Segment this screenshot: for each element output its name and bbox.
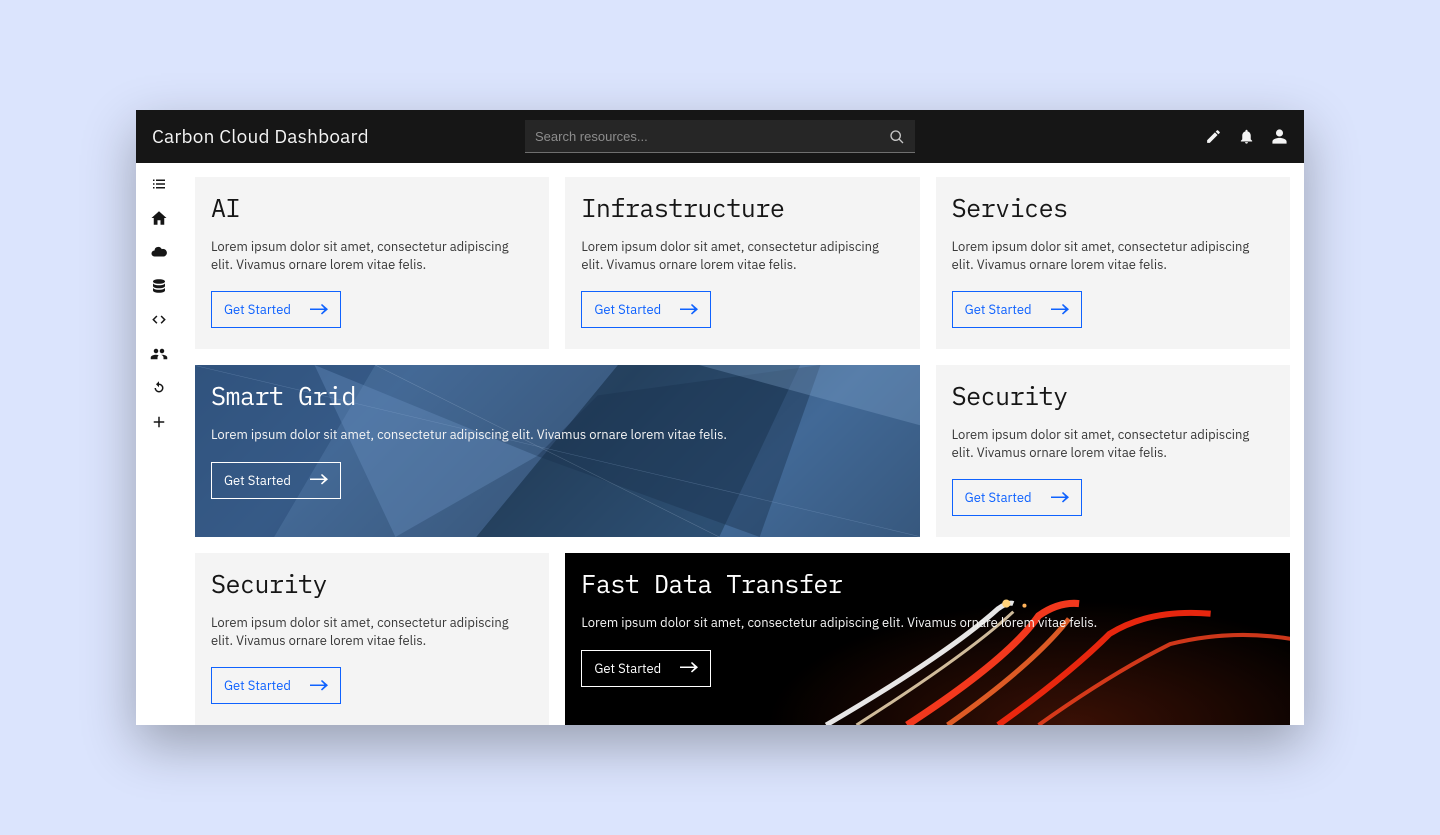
- card-smart-grid: Smart Grid Lorem ipsum dolor sit amet, c…: [195, 365, 920, 537]
- card-infrastructure: Infrastructure Lorem ipsum dolor sit ame…: [565, 177, 919, 349]
- user-icon[interactable]: [1271, 128, 1288, 145]
- edit-icon[interactable]: [1205, 128, 1222, 145]
- arrow-right-icon: [310, 680, 328, 692]
- app-body: AI Lorem ipsum dolor sit amet, consectet…: [136, 163, 1304, 725]
- dashboard-grid: AI Lorem ipsum dolor sit amet, consectet…: [181, 163, 1304, 725]
- cloud-icon: [150, 243, 168, 261]
- card-fast-data-transfer: Fast Data Transfer Lorem ipsum dolor sit…: [565, 553, 1290, 725]
- button-label: Get Started: [224, 677, 291, 694]
- arrow-right-icon: [310, 304, 328, 316]
- card-desc: Lorem ipsum dolor sit amet, consectetur …: [581, 238, 903, 273]
- get-started-button[interactable]: Get Started: [581, 650, 711, 687]
- app-title: Carbon Cloud Dashboard: [152, 125, 369, 149]
- card-ai: AI Lorem ipsum dolor sit amet, consectet…: [195, 177, 549, 349]
- arrow-right-icon: [680, 304, 698, 316]
- button-label: Get Started: [594, 301, 661, 318]
- home-icon: [150, 209, 168, 227]
- button-label: Get Started: [594, 660, 661, 677]
- button-label: Get Started: [965, 301, 1032, 318]
- card-desc: Lorem ipsum dolor sit amet, consectetur …: [211, 426, 904, 444]
- sidebar-item-list[interactable]: [150, 175, 168, 193]
- arrow-right-icon: [680, 662, 698, 674]
- button-label: Get Started: [224, 301, 291, 318]
- get-started-button[interactable]: Get Started: [211, 667, 341, 704]
- search-input[interactable]: [525, 120, 915, 153]
- arrow-right-icon: [310, 474, 328, 486]
- button-label: Get Started: [224, 472, 291, 489]
- card-title: Smart Grid: [211, 379, 904, 412]
- search-icon[interactable]: [889, 129, 905, 145]
- arrow-right-icon: [1051, 492, 1069, 504]
- users-icon: [150, 345, 168, 363]
- bell-icon[interactable]: [1238, 128, 1255, 145]
- card-title: Infrastructure: [581, 191, 903, 224]
- refresh-icon: [150, 379, 168, 397]
- add-icon: [150, 413, 168, 431]
- button-label: Get Started: [965, 489, 1032, 506]
- get-started-button[interactable]: Get Started: [581, 291, 711, 328]
- app-header: Carbon Cloud Dashboard: [136, 110, 1304, 163]
- database-icon: [150, 277, 168, 295]
- app-window: Carbon Cloud Dashboard AI: [136, 110, 1304, 725]
- sidebar-item-home[interactable]: [150, 209, 168, 227]
- card-desc: Lorem ipsum dolor sit amet, consectetur …: [211, 238, 533, 273]
- card-title: Security: [211, 567, 533, 600]
- card-desc: Lorem ipsum dolor sit amet, consectetur …: [581, 614, 1274, 632]
- get-started-button[interactable]: Get Started: [211, 291, 341, 328]
- card-desc: Lorem ipsum dolor sit amet, consectetur …: [211, 614, 533, 649]
- card-title: Fast Data Transfer: [581, 567, 1274, 600]
- card-title: AI: [211, 191, 533, 224]
- card-security: Security Lorem ipsum dolor sit amet, con…: [195, 553, 549, 725]
- card-security: Security Lorem ipsum dolor sit amet, con…: [936, 365, 1290, 537]
- search-field-wrap: [525, 120, 915, 153]
- sidebar-item-users[interactable]: [150, 345, 168, 363]
- get-started-button[interactable]: Get Started: [211, 462, 341, 499]
- get-started-button[interactable]: Get Started: [952, 479, 1082, 516]
- sidebar-item-code[interactable]: [150, 311, 168, 329]
- sidebar-item-cloud[interactable]: [150, 243, 168, 261]
- arrow-right-icon: [1051, 304, 1069, 316]
- card-desc: Lorem ipsum dolor sit amet, consectetur …: [952, 426, 1274, 461]
- sidebar-item-database[interactable]: [150, 277, 168, 295]
- code-icon: [150, 311, 168, 329]
- get-started-button[interactable]: Get Started: [952, 291, 1082, 328]
- card-title: Services: [952, 191, 1274, 224]
- card-desc: Lorem ipsum dolor sit amet, consectetur …: [952, 238, 1274, 273]
- header-actions: [1205, 128, 1288, 145]
- sidebar-item-add[interactable]: [150, 413, 168, 431]
- card-title: Security: [952, 379, 1274, 412]
- card-services: Services Lorem ipsum dolor sit amet, con…: [936, 177, 1290, 349]
- sidebar-item-refresh[interactable]: [150, 379, 168, 397]
- list-icon: [150, 175, 168, 193]
- sidebar: [136, 163, 181, 725]
